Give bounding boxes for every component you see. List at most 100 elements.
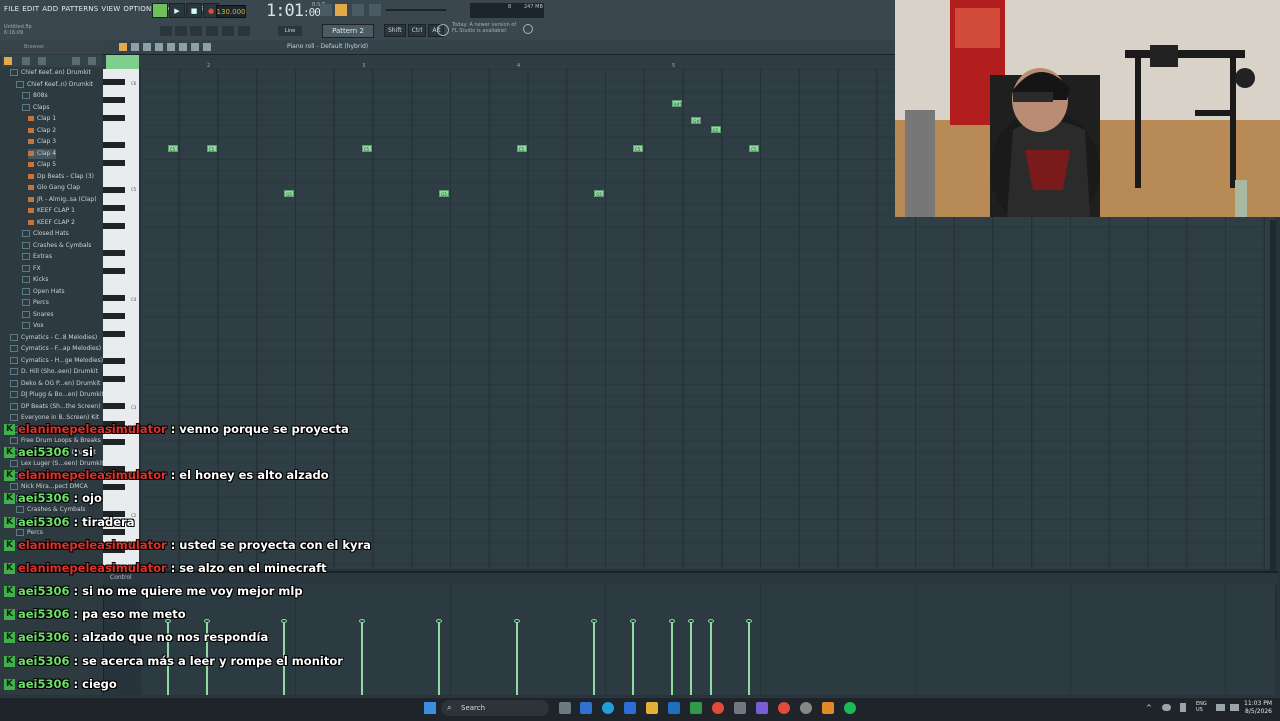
browser-folder[interactable]: Vox [22,321,44,331]
countdown-icon[interactable] [352,4,364,16]
midi-note[interactable]: A#5 [671,100,682,107]
velocity-stem[interactable] [707,619,714,695]
news-panel[interactable]: Today: A newer version of FL Studio is a… [452,22,516,34]
shift-key[interactable]: Shift [384,24,406,37]
settings-gear-icon[interactable] [523,24,533,34]
black-key[interactable] [103,250,125,256]
app-icon-2[interactable] [734,702,746,714]
pat-song-toggle[interactable] [152,3,168,18]
browser-file[interactable]: JR - Almig..sa (Clap) [28,195,97,205]
wait-input-icon[interactable] [335,4,347,16]
chrome-icon[interactable] [712,702,724,714]
black-key[interactable] [103,223,125,229]
store-icon[interactable] [624,702,636,714]
menu-patterns[interactable]: PATTERNS [61,5,98,13]
slice-tool-icon[interactable] [167,43,175,51]
black-key[interactable] [103,295,125,301]
select-tool-icon[interactable] [179,43,187,51]
velocity-stem[interactable] [746,619,753,695]
snap-icon[interactable] [160,26,172,36]
browser-folder[interactable]: Percs [22,298,49,308]
black-key[interactable] [103,142,125,148]
edge-icon[interactable] [602,702,614,714]
browser-folder[interactable]: Deko & OG P...en) Drumkit [10,379,100,389]
browser-file[interactable]: Clap 1 [28,114,56,124]
velocity-stem[interactable] [630,619,636,695]
velocity-stem[interactable] [591,619,598,695]
pattern-selector[interactable]: Pattern 2 [322,24,374,38]
midi-note[interactable]: C5 [206,145,217,152]
black-key[interactable] [103,79,125,85]
browser-forward-icon[interactable] [38,57,46,65]
timeline-ruler[interactable]: 2345 [103,55,895,69]
black-key[interactable] [103,97,125,103]
browser-folder[interactable]: 808s [22,91,48,101]
midi-note[interactable]: G5 [594,190,605,197]
midi-note[interactable]: G5 [284,190,295,197]
midi-note[interactable]: C5 [361,145,372,152]
midi-note[interactable]: G#5 [691,117,702,124]
chrome-icon-2[interactable] [778,702,790,714]
black-key[interactable] [103,403,125,409]
velocity-stem[interactable] [668,619,675,695]
black-key[interactable] [103,160,125,166]
menu-add[interactable]: ADD [42,5,58,13]
browser-file[interactable]: Clap 3 [28,137,56,147]
delete-tool-icon[interactable] [143,43,151,51]
mixer-icon[interactable] [222,26,234,36]
update-icon[interactable] [437,24,449,36]
windows-start-icon[interactable] [424,702,436,714]
browser-folder[interactable]: DP Beats (Sh...the Screen) [10,402,100,412]
usb-icon[interactable] [1180,703,1186,712]
velocity-stem[interactable] [513,619,520,695]
plugin-picker-icon[interactable] [238,26,250,36]
ctrl-key[interactable]: Ctrl [407,24,427,37]
browser-search-icon[interactable] [72,57,80,65]
browser-file[interactable]: Clap 5 [28,160,56,170]
piano-roll-icon[interactable] [190,26,202,36]
black-key[interactable] [103,376,125,382]
task-view-icon[interactable] [559,702,571,714]
menu-edit[interactable]: EDIT [22,5,39,13]
browser-folder[interactable]: Chief Keef..n) Drumkit [16,80,93,90]
menu-view[interactable]: VIEW [101,5,120,13]
playlist-icon[interactable] [206,26,218,36]
browser-menu-icon[interactable] [4,57,12,65]
browser-folder[interactable]: FX [22,264,41,274]
playback-tool-icon[interactable] [203,43,211,51]
browser-file[interactable]: KEEF CLAP 1 [28,206,75,216]
mute-tool-icon[interactable] [155,43,163,51]
excel-icon[interactable] [690,702,702,714]
taskbar-search[interactable]: ⌕ Search [441,700,549,716]
black-key[interactable] [103,313,125,319]
mail-icon[interactable] [668,702,680,714]
fl-studio-icon[interactable] [822,702,834,714]
browser-file[interactable]: Glo Gang Clap [28,183,80,193]
paint-tool-icon[interactable] [131,43,139,51]
app-icon-1[interactable] [580,702,592,714]
black-key[interactable] [103,268,125,274]
tempo-display[interactable]: 130.000 [216,5,246,18]
midi-note[interactable]: C5 [516,145,527,152]
black-key[interactable] [103,205,125,211]
metronome-icon[interactable] [320,4,332,16]
black-key[interactable] [103,187,125,193]
browser-folder[interactable]: DJ Plugg & Bo...en) Drumkit [10,390,104,400]
browser-file[interactable]: KEEF CLAP 2 [28,218,75,228]
master-pitch-slider[interactable] [386,9,446,11]
browser-star-icon[interactable] [88,57,96,65]
taskbar-clock[interactable]: 11:03 PM 8/5/2026 [1244,700,1272,716]
file-explorer-icon[interactable] [646,702,658,714]
play-button[interactable]: ▶ [169,3,185,18]
midi-note[interactable]: G5 [439,190,450,197]
browser-folder[interactable]: D. Hill (Sho..een) Drumkit [10,367,98,377]
browser-folder[interactable]: Cymatics - C..8 Melodies) [10,333,97,343]
midi-note[interactable]: C5 [749,145,760,152]
stop-button[interactable]: ■ [186,3,202,18]
volume-icon[interactable] [1230,704,1239,711]
midi-note[interactable]: C5 [633,145,643,152]
obs-icon[interactable] [800,702,812,714]
black-key[interactable] [103,115,125,121]
zoom-tool-icon[interactable] [191,43,199,51]
browser-file[interactable]: Clap 4 [28,148,57,159]
